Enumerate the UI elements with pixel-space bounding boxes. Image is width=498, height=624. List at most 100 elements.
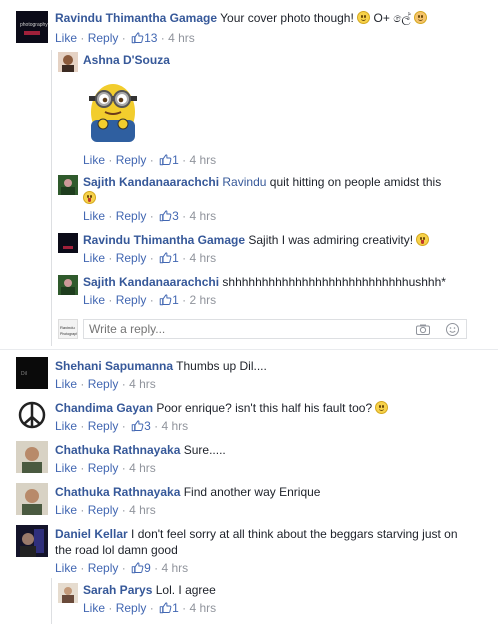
like-button[interactable]: Like (55, 377, 77, 391)
like-count[interactable]: 1 (172, 293, 179, 307)
timestamp[interactable]: 4 hrs (129, 461, 156, 475)
reply-button[interactable]: Reply (116, 293, 147, 307)
avatar[interactable] (58, 52, 78, 72)
timestamp[interactable]: 4 hrs (129, 503, 156, 517)
like-button[interactable]: Like (83, 601, 105, 615)
svg-text:Dil: Dil (21, 371, 27, 377)
like-button[interactable]: Like (55, 503, 77, 517)
avatar[interactable] (16, 399, 48, 431)
comment-text: Your cover photo though! (220, 11, 354, 25)
comment-text: Thumbs up Dil.... (176, 359, 267, 373)
like-button[interactable]: Like (55, 419, 77, 433)
svg-text:Ravindu: Ravindu (60, 325, 75, 330)
like-count-icon[interactable] (159, 601, 172, 614)
reply-button[interactable]: Reply (116, 251, 147, 265)
comment-text: shhhhhhhhhhhhhhhhhhhhhhhhhhhushhh* (222, 275, 446, 289)
avatar[interactable]: photography (16, 11, 48, 43)
divider (0, 349, 498, 350)
commenter-name[interactable]: Sajith Kandanaarachchi (83, 275, 219, 289)
avatar[interactable] (16, 441, 48, 473)
commenter-name[interactable]: Chathuka Rathnayaka (55, 485, 180, 499)
commenter-name[interactable]: Chathuka Rathnayaka (55, 443, 180, 457)
like-button[interactable]: Like (55, 561, 77, 575)
commenter-name[interactable]: Sarah Parys (83, 583, 152, 597)
camera-icon[interactable] (416, 324, 430, 335)
like-count-icon[interactable] (159, 251, 172, 264)
timestamp[interactable]: 4 hrs (189, 153, 216, 167)
emoji-icon[interactable] (446, 323, 459, 336)
smile-icon (357, 11, 371, 24)
svg-text:Photograph: Photograph (60, 332, 78, 336)
blush-icon (413, 11, 427, 24)
avatar[interactable] (16, 525, 48, 557)
commenter-name[interactable]: Ravindu Thimantha Gamage (83, 233, 245, 247)
like-button[interactable]: Like (55, 461, 77, 475)
like-count-icon[interactable] (131, 561, 144, 574)
tongue-icon (416, 233, 430, 246)
avatar[interactable] (58, 583, 78, 603)
avatar[interactable] (58, 175, 78, 195)
minion-sticker (83, 76, 143, 144)
like-button[interactable]: Like (83, 293, 105, 307)
like-count-icon[interactable] (131, 31, 144, 44)
like-count-icon[interactable] (159, 153, 172, 166)
like-button[interactable]: Like (55, 31, 77, 45)
avatar[interactable] (16, 483, 48, 515)
tongue-icon (83, 191, 96, 204)
reply-button[interactable]: Reply (88, 31, 119, 45)
comment-text: Sure..... (183, 443, 226, 457)
like-count-icon[interactable] (159, 293, 172, 306)
smile-icon (375, 401, 389, 414)
reply-button[interactable]: Reply (116, 209, 147, 223)
timestamp[interactable]: 4 hrs (129, 377, 156, 391)
reply-button[interactable]: Reply (116, 153, 147, 167)
reply-button[interactable]: Reply (88, 503, 119, 517)
comment-text: Find another way Enrique (183, 485, 321, 499)
commenter-name[interactable]: Chandima Gayan (55, 401, 153, 415)
reply-button[interactable]: Reply (116, 601, 147, 615)
reply-input[interactable] (84, 320, 394, 338)
like-button[interactable]: Like (83, 153, 105, 167)
commenter-name[interactable]: Shehani Sapumanna (55, 359, 173, 373)
reply-avatar: Ravindu Photograph (58, 319, 78, 339)
like-count[interactable]: 3 (144, 419, 151, 433)
like-count[interactable]: 1 (172, 251, 179, 265)
like-button[interactable]: Like (83, 209, 105, 223)
timestamp[interactable]: 4 hrs (161, 561, 188, 575)
reply-button[interactable]: Reply (88, 419, 119, 433)
timestamp[interactable]: 4 hrs (168, 31, 195, 45)
timestamp[interactable]: 4 hrs (161, 419, 188, 433)
reply-thread-line (51, 50, 52, 346)
reply-button[interactable]: Reply (88, 377, 119, 391)
like-count[interactable]: 3 (172, 209, 179, 223)
like-button[interactable]: Like (83, 251, 105, 265)
mention-link[interactable]: Ravindu (222, 175, 266, 189)
reply-thread-line (51, 578, 52, 624)
svg-text:photography: photography (20, 22, 48, 28)
avatar[interactable] (58, 233, 78, 253)
timestamp[interactable]: 2 hrs (189, 293, 216, 307)
comment-text: quit hitting on people amidst this (269, 175, 442, 189)
like-count[interactable]: 9 (144, 561, 151, 575)
reply-button[interactable]: Reply (88, 461, 119, 475)
avatar[interactable]: Dil (16, 357, 48, 389)
comment-text: Lol. I agree (155, 583, 216, 597)
comment-text-after: O+ ලේ (373, 11, 411, 25)
avatar[interactable] (58, 275, 78, 295)
like-count[interactable]: 1 (172, 153, 179, 167)
like-count[interactable]: 1 (172, 601, 179, 615)
reply-button[interactable]: Reply (88, 561, 119, 575)
like-count[interactable]: 13 (144, 31, 157, 45)
like-count-icon[interactable] (131, 419, 144, 432)
timestamp[interactable]: 4 hrs (189, 601, 216, 615)
reply-box[interactable] (83, 319, 467, 339)
commenter-name[interactable]: Sajith Kandanaarachchi (83, 175, 219, 189)
comment-text: Sajith I was admiring creativity! (248, 233, 414, 247)
timestamp[interactable]: 4 hrs (189, 251, 216, 265)
comment-text: Poor enrique? isn't this half his fault … (156, 401, 373, 415)
timestamp[interactable]: 4 hrs (189, 209, 216, 223)
commenter-name[interactable]: Daniel Kellar (55, 527, 128, 541)
commenter-name[interactable]: Ravindu Thimantha Gamage (55, 11, 217, 25)
like-count-icon[interactable] (159, 209, 172, 222)
commenter-name[interactable]: Ashna D'Souza (83, 53, 170, 67)
